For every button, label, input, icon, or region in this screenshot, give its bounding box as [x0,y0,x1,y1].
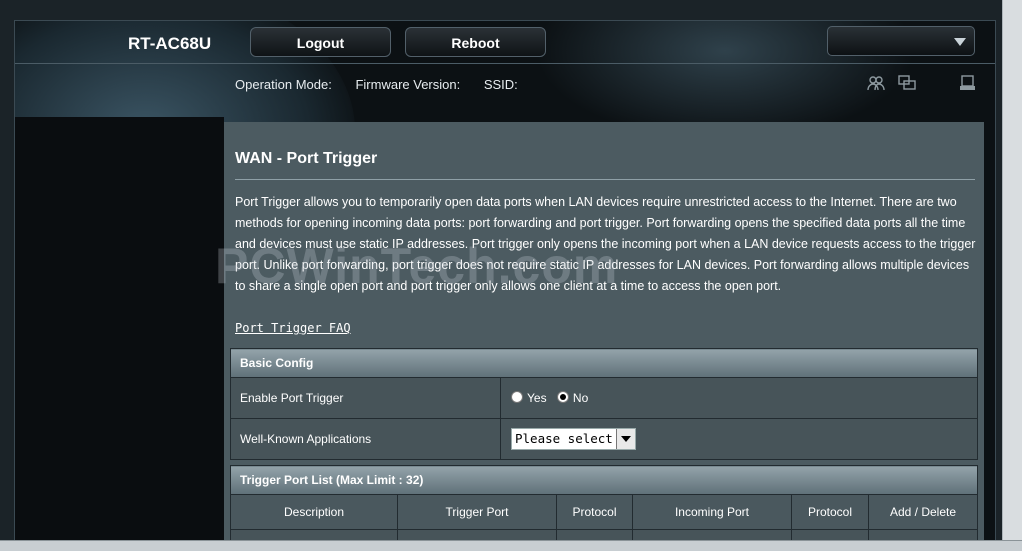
clients-icon[interactable] [867,75,885,91]
trigger-port-list-header: Trigger Port List (Max Limit : 32) [230,465,978,495]
well-known-apps-select[interactable]: Please select [511,428,636,450]
well-known-apps-cell: Please select [500,418,978,460]
port-trigger-faq-link[interactable]: Port Trigger FAQ [235,321,351,335]
operation-mode-label: Operation Mode: [235,77,332,92]
column-trigger-port: Trigger Port [397,494,557,530]
status-info-bar: Operation Mode: Firmware Version: SSID: [235,77,538,92]
content-panel: WAN - Port Trigger Port Trigger allows y… [224,122,984,551]
logout-button[interactable]: Logout [250,27,391,57]
trigger-port-list-table: Trigger Port List (Max Limit : 32) Descr… [230,465,978,547]
browser-status-bar [0,540,1022,551]
yes-label: Yes [527,391,547,405]
sidebar-menu [15,117,224,551]
column-incoming-protocol: Protocol [791,494,869,530]
chevron-down-icon [615,429,635,449]
well-known-apps-value: Please select [515,431,613,446]
enable-port-trigger-label: Enable Port Trigger [230,377,501,419]
network-map-icon[interactable] [898,75,916,91]
column-description: Description [230,494,398,530]
basic-config-table: Basic Config Enable Port Trigger Yes No … [230,348,978,460]
page-title: WAN - Port Trigger [235,150,378,167]
column-add-delete: Add / Delete [868,494,978,530]
well-known-apps-label: Well-Known Applications [230,418,501,460]
column-incoming-port: Incoming Port [632,494,792,530]
no-radio[interactable] [556,391,569,403]
ssid-label: SSID: [483,77,518,92]
usb-device-icon[interactable] [959,75,977,91]
chevron-down-icon [954,38,966,46]
watermark-text: PCWinTech.com [215,238,619,294]
no-label: No [572,391,589,405]
enable-port-trigger-options: Yes No [500,377,978,419]
firmware-version-label: Firmware Version: [355,77,461,92]
vertical-scrollbar[interactable] [1002,0,1022,550]
language-select[interactable] [827,26,975,56]
top-bar: RT-AC68U Logout Reboot [15,21,995,64]
title-divider [235,179,975,180]
reboot-button[interactable]: Reboot [405,27,546,57]
column-trigger-protocol: Protocol [556,494,633,530]
model-name: RT-AC68U [128,34,212,53]
yes-radio[interactable] [511,391,523,403]
basic-config-header: Basic Config [230,348,978,378]
